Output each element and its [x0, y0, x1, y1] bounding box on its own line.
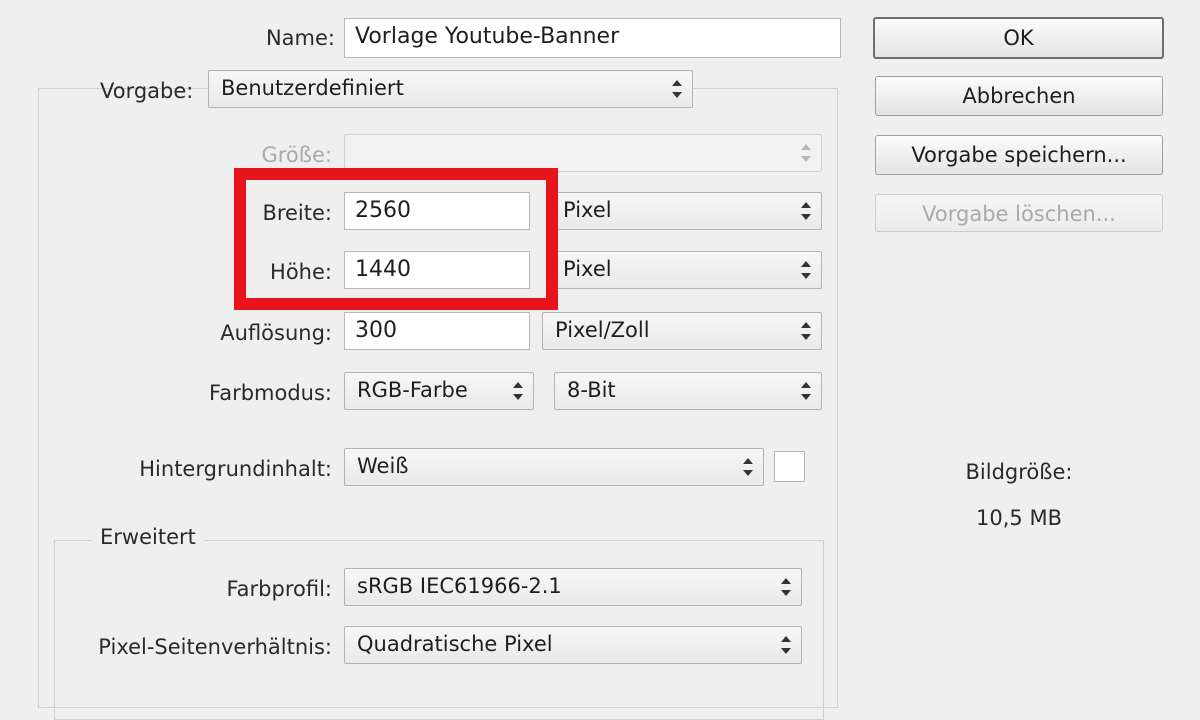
select-arrows-icon	[743, 458, 753, 476]
select-arrows-icon	[801, 261, 811, 279]
select-arrows-icon	[801, 202, 811, 220]
colormode-value: RGB-Farbe	[357, 378, 468, 402]
delete-preset-button: Vorgabe löschen...	[875, 194, 1163, 232]
ok-button[interactable]: OK	[873, 17, 1164, 59]
resolution-input[interactable]: 300	[344, 312, 530, 350]
resolution-unit-select[interactable]: Pixel/Zoll	[542, 312, 822, 350]
select-arrows-icon	[781, 636, 791, 654]
background-value: Weiß	[357, 454, 409, 478]
select-arrows-icon	[781, 578, 791, 596]
bitdepth-value: 8-Bit	[567, 378, 616, 402]
select-arrows-icon	[801, 322, 811, 340]
background-color-swatch[interactable]	[774, 451, 805, 482]
bitdepth-select[interactable]: 8-Bit	[554, 372, 822, 410]
aspect-label: Pixel-Seitenverhältnis:	[98, 635, 332, 659]
select-arrows-icon	[801, 144, 811, 162]
name-label: Name:	[265, 26, 335, 50]
resolution-unit-value: Pixel/Zoll	[555, 318, 650, 342]
cancel-button[interactable]: Abbrechen	[875, 76, 1163, 116]
preset-select-value: Benutzerdefiniert	[221, 76, 404, 100]
colorprofile-value: sRGB IEC61966-2.1	[357, 574, 562, 598]
highlight-box	[234, 168, 558, 310]
colormode-label: Farbmodus:	[209, 381, 332, 405]
width-unit-value: Pixel	[563, 198, 612, 222]
select-arrows-icon	[513, 382, 523, 400]
select-arrows-icon	[672, 80, 682, 98]
colormode-select[interactable]: RGB-Farbe	[344, 372, 534, 410]
aspect-value: Quadratische Pixel	[357, 632, 553, 656]
image-size-value: 10,5 MB	[976, 506, 1062, 530]
preset-label: Vorgabe:	[100, 79, 194, 103]
width-unit-select[interactable]: Pixel	[550, 192, 822, 230]
colorprofile-label: Farbprofil:	[226, 577, 332, 601]
name-input[interactable]: Vorlage Youtube-Banner	[344, 18, 841, 58]
preset-select[interactable]: Benutzerdefiniert	[208, 70, 693, 108]
size-select[interactable]	[344, 134, 822, 172]
colorprofile-select[interactable]: sRGB IEC61966-2.1	[344, 568, 802, 606]
advanced-group-title: Erweitert	[92, 524, 204, 550]
image-size-label: Bildgröße:	[965, 460, 1073, 484]
select-arrows-icon	[801, 382, 811, 400]
resolution-label: Auflösung:	[220, 321, 332, 345]
height-unit-value: Pixel	[563, 257, 612, 281]
background-label: Hintergrundinhalt:	[139, 457, 332, 481]
save-preset-button[interactable]: Vorgabe speichern...	[875, 135, 1163, 175]
height-unit-select[interactable]: Pixel	[550, 251, 822, 289]
background-select[interactable]: Weiß	[344, 448, 764, 486]
aspect-select[interactable]: Quadratische Pixel	[344, 626, 802, 664]
size-label: Größe:	[261, 143, 332, 167]
